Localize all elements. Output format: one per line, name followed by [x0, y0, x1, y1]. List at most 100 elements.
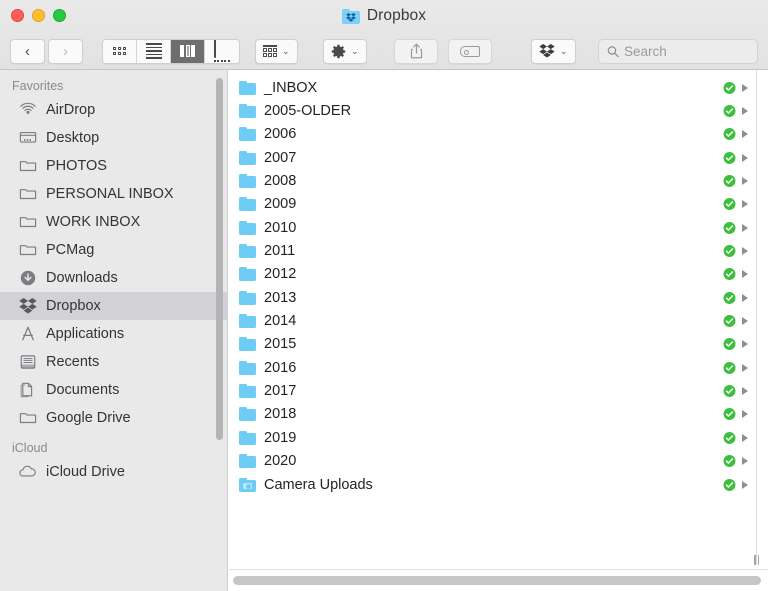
disclosure-arrow-icon[interactable] [742, 223, 748, 232]
sidebar-item-photos[interactable]: PHOTOS [0, 152, 227, 180]
file-row[interactable]: 2011 [229, 239, 756, 262]
dropbox-icon [539, 44, 555, 58]
disclosure-arrow-icon[interactable] [742, 177, 748, 186]
file-row[interactable]: 2018 [229, 403, 756, 426]
navigation-buttons: ‹ › [10, 38, 83, 64]
disclosure-arrow-icon[interactable] [742, 317, 748, 326]
file-row[interactable]: 2020 [229, 450, 756, 473]
file-list: _INBOX 2005-OLDER 2006 2007 2008 2009 2010 2011… [229, 76, 756, 496]
sidebar-section-header: iCloud [12, 441, 48, 455]
sidebar-item-recents[interactable]: Recents [0, 348, 227, 376]
disclosure-arrow-icon[interactable] [742, 153, 748, 162]
file-row[interactable]: 2019 [229, 426, 756, 449]
file-name: 2011 [264, 243, 296, 260]
file-row[interactable]: 2005-OLDER [229, 99, 756, 122]
disclosure-arrow-icon[interactable] [742, 293, 748, 302]
gear-icon [331, 44, 346, 58]
share-button[interactable] [394, 38, 438, 64]
sidebar-item-airdrop[interactable]: AirDrop [0, 96, 227, 124]
file-row[interactable]: 2017 [229, 379, 756, 402]
sidebar-item-desktop[interactable]: Desktop [0, 124, 227, 152]
file-row[interactable]: 2010 [229, 216, 756, 239]
disclosure-arrow-icon[interactable] [742, 387, 748, 396]
folder-icon [238, 103, 257, 119]
sidebar-item-documents[interactable]: Documents [0, 376, 227, 404]
folder-icon [238, 290, 257, 306]
folder-icon [18, 409, 37, 428]
folder-icon [238, 360, 257, 376]
sidebar-item-applications[interactable]: Applications [0, 320, 227, 348]
search-icon [607, 45, 619, 57]
disclosure-arrow-icon[interactable] [742, 247, 748, 256]
share-icon [410, 43, 422, 59]
icon-view-button[interactable] [103, 39, 137, 63]
file-row[interactable]: 2015 [229, 333, 756, 356]
file-row[interactable]: 2006 [229, 123, 756, 146]
sidebar-item-label: Desktop [46, 130, 100, 146]
window-title-text: Dropbox [366, 7, 427, 24]
back-button[interactable]: ‹ [10, 38, 45, 64]
sync-status-badge [723, 175, 736, 188]
cloud-icon [18, 463, 37, 482]
sidebar-item-downloads[interactable]: Downloads [0, 264, 227, 292]
file-row[interactable]: 2012 [229, 263, 756, 286]
search-input[interactable] [624, 43, 749, 59]
file-row[interactable]: 2007 [229, 146, 756, 169]
disclosure-arrow-icon[interactable] [742, 410, 748, 419]
sync-status-badge [723, 408, 736, 421]
folder-icon [238, 243, 257, 259]
file-row[interactable]: 2013 [229, 286, 756, 309]
disclosure-arrow-icon[interactable] [742, 270, 748, 279]
file-name: 2013 [264, 289, 297, 306]
file-name: 2020 [264, 453, 297, 470]
file-name: 2010 [264, 219, 297, 236]
camera-folder-icon [238, 477, 257, 493]
arrange-by-button[interactable]: ⌄ [255, 38, 298, 64]
disclosure-arrow-icon[interactable] [742, 340, 748, 349]
file-row[interactable]: 2016 [229, 356, 756, 379]
columns-icon [180, 45, 195, 57]
disclosure-arrow-icon[interactable] [742, 457, 748, 466]
grid-icon [113, 47, 126, 55]
window-title: Dropbox [0, 5, 768, 27]
sidebar-scrollbar[interactable] [216, 78, 223, 440]
action-menu-button[interactable]: ⌄ [323, 38, 367, 64]
list-view-button[interactable] [137, 39, 171, 63]
disclosure-arrow-icon[interactable] [742, 107, 748, 116]
gallery-view-button[interactable] [205, 39, 239, 63]
disclosure-arrow-icon[interactable] [742, 200, 748, 209]
sidebar-item-work-inbox[interactable]: WORK INBOX [0, 208, 227, 236]
list-icon [145, 43, 162, 59]
column-view-button[interactable] [171, 39, 205, 63]
file-row[interactable]: _INBOX [229, 76, 756, 99]
dropbox-menu-button[interactable]: ⌄ [531, 38, 576, 64]
sidebar-item-dropbox[interactable]: Dropbox [0, 292, 227, 320]
sidebar-item-google-drive[interactable]: Google Drive [0, 404, 227, 432]
desktop-icon [18, 129, 37, 148]
sync-status-badge [723, 268, 736, 281]
file-row[interactable]: Camera Uploads [229, 473, 756, 496]
search-field[interactable] [598, 38, 758, 64]
sidebar-item-label: Downloads [46, 270, 118, 286]
forward-button[interactable]: › [48, 38, 83, 64]
file-name: 2015 [264, 336, 297, 353]
sync-status-badge [723, 455, 736, 468]
file-row[interactable]: 2008 [229, 169, 756, 192]
disclosure-arrow-icon[interactable] [742, 433, 748, 442]
sidebar-item-personal-inbox[interactable]: PERSONAL INBOX [0, 180, 227, 208]
sidebar-item-pcmag[interactable]: PCMag [0, 236, 227, 264]
folder-icon [238, 196, 257, 212]
sync-status-badge [723, 338, 736, 351]
column-resize-handle[interactable] [752, 554, 761, 565]
file-row[interactable]: 2014 [229, 309, 756, 332]
sync-status-badge [723, 478, 736, 491]
disclosure-arrow-icon[interactable] [742, 363, 748, 372]
horizontal-scrollbar-thumb[interactable] [233, 576, 761, 585]
folder-icon [238, 336, 257, 352]
disclosure-arrow-icon[interactable] [742, 480, 748, 489]
sidebar-item-icloud-drive[interactable]: iCloud Drive [0, 458, 227, 486]
tags-button[interactable] [448, 38, 492, 64]
disclosure-arrow-icon[interactable] [742, 130, 748, 139]
disclosure-arrow-icon[interactable] [742, 83, 748, 92]
file-row[interactable]: 2009 [229, 193, 756, 216]
